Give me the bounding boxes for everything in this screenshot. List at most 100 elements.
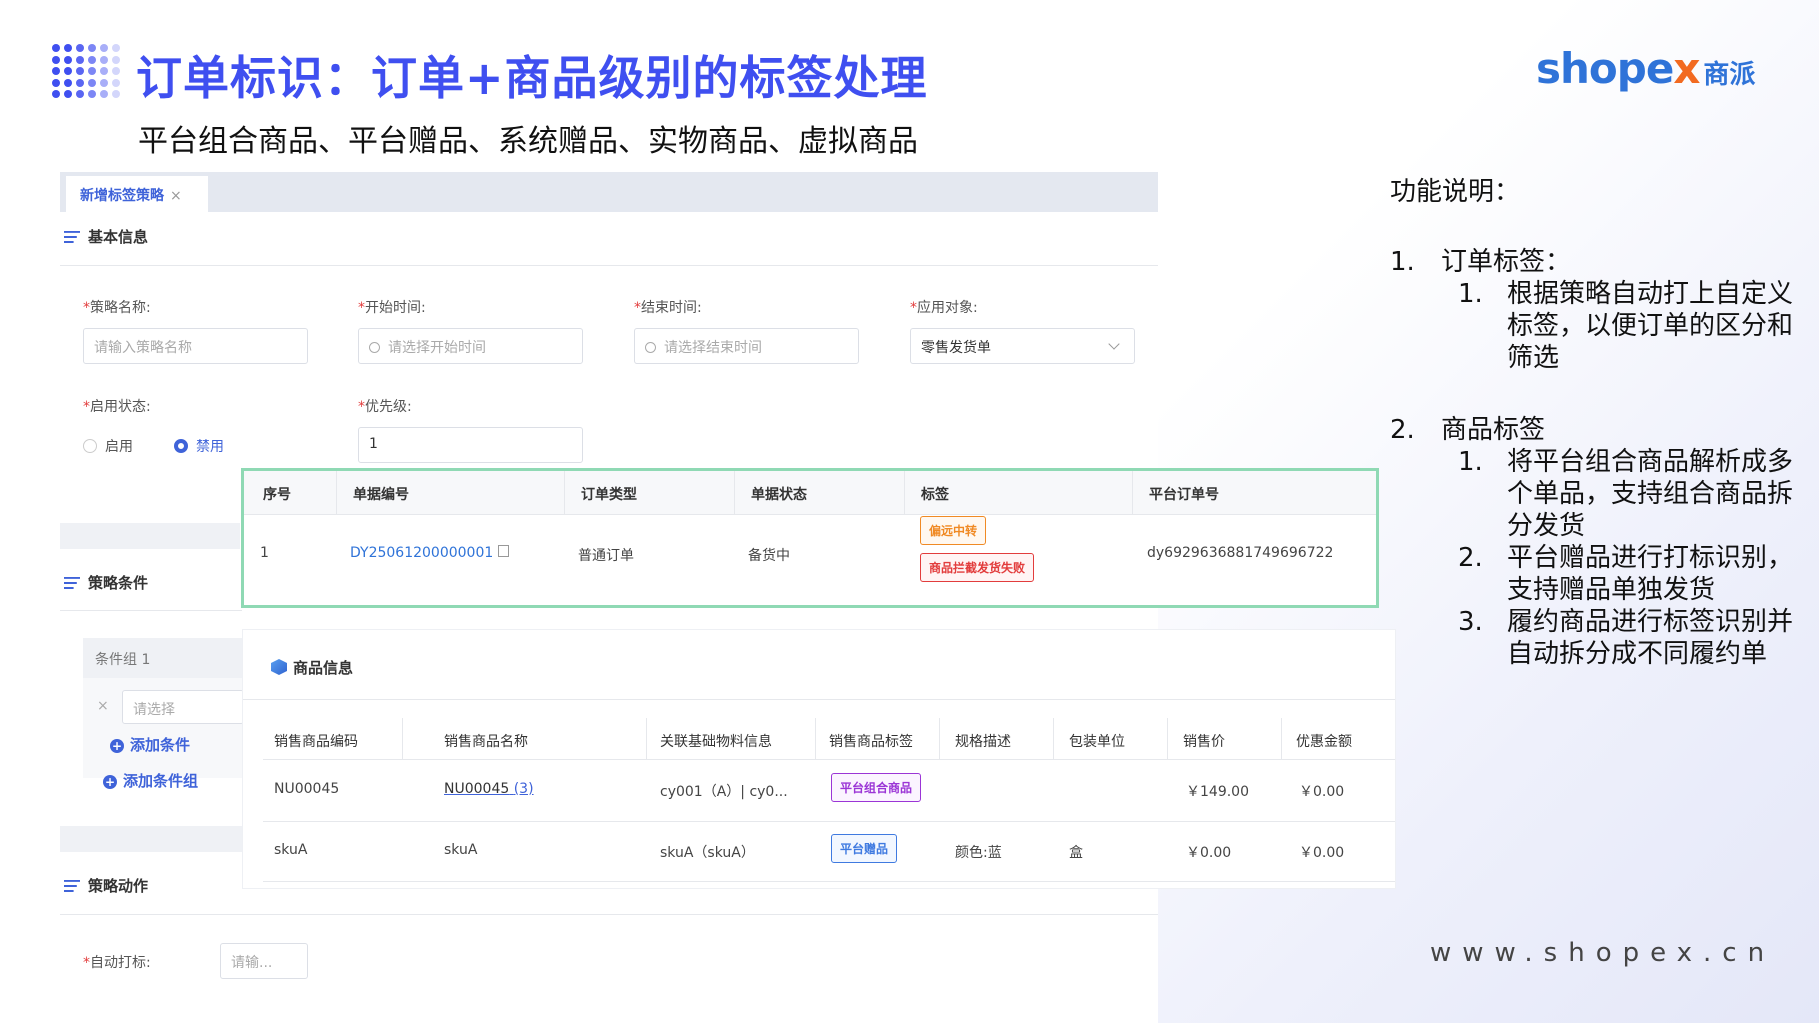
start-time-placeholder: 请选择开始时间 bbox=[388, 340, 486, 356]
dot bbox=[52, 67, 60, 75]
section-heading: 基本信息 bbox=[88, 228, 149, 246]
dot bbox=[64, 67, 72, 75]
strategy-name-input[interactable]: 请输入策略名称 bbox=[83, 328, 308, 364]
auto-tag-input[interactable]: 请输... bbox=[220, 943, 308, 979]
decorative-dots-icon bbox=[52, 44, 124, 102]
divider bbox=[60, 265, 1158, 266]
target-object-select[interactable]: 零售发货单 bbox=[910, 328, 1135, 364]
dot bbox=[112, 90, 120, 98]
section-heading: 策略条件 bbox=[88, 574, 149, 592]
row-index: 1 bbox=[260, 545, 269, 561]
product-count: (3) bbox=[513, 781, 534, 797]
col-header-code: 销售商品编码 bbox=[274, 734, 358, 750]
plus-icon: + bbox=[110, 739, 124, 753]
product-info-panel: 商品信息 销售商品编码 销售商品名称 关联基础物料信息 销售商品标签 规格描述 … bbox=[243, 630, 1395, 888]
col-divider bbox=[1053, 718, 1054, 760]
dot bbox=[52, 44, 60, 52]
condition-select[interactable]: 请选择 bbox=[122, 690, 244, 724]
dot bbox=[76, 55, 84, 64]
dot bbox=[76, 90, 84, 98]
doc-no-link[interactable]: DY25061200000001 bbox=[350, 545, 510, 561]
tab-label: 新增标签策略 bbox=[80, 188, 164, 204]
dot bbox=[100, 78, 108, 87]
status-radio-disable[interactable]: 禁用 bbox=[174, 436, 224, 456]
end-time-input[interactable]: 请选择结束时间 bbox=[634, 328, 859, 364]
col-divider bbox=[1167, 718, 1168, 760]
add-condition-group-button[interactable]: + 添加条件组 bbox=[103, 770, 198, 791]
section-heading: 策略动作 bbox=[88, 877, 149, 895]
order-status: 备货中 bbox=[748, 548, 790, 564]
notes-title: 功能说明： bbox=[1390, 177, 1521, 207]
condition-group-label: 条件组 1 bbox=[95, 652, 151, 668]
row-discount: ￥0.00 bbox=[1299, 845, 1345, 861]
target-object-value: 零售发货单 bbox=[921, 340, 991, 356]
radio-label: 禁用 bbox=[196, 439, 224, 455]
doc-no-text: DY25061200000001 bbox=[350, 545, 494, 561]
radio-checked-icon bbox=[174, 439, 188, 453]
start-time-label: *开始时间: bbox=[358, 300, 426, 316]
status-label: *启用状态: bbox=[83, 399, 151, 415]
end-time-label: *结束时间: bbox=[634, 300, 702, 316]
dot bbox=[64, 90, 72, 98]
logo-wordmark: shopex bbox=[1536, 44, 1700, 93]
dot bbox=[112, 78, 120, 87]
dot bbox=[112, 55, 120, 64]
add-condition-button[interactable]: + 添加条件 bbox=[110, 734, 190, 755]
section-basic-info: 基本信息 bbox=[64, 226, 148, 247]
dot bbox=[52, 90, 60, 98]
col-header-tags: 标签 bbox=[921, 487, 949, 503]
close-icon[interactable]: × bbox=[170, 188, 182, 204]
status-radio-enable[interactable]: 启用 bbox=[83, 436, 133, 456]
start-time-input[interactable]: 请选择开始时间 bbox=[358, 328, 583, 364]
col-divider bbox=[904, 471, 905, 515]
list-number: 2. bbox=[1458, 543, 1483, 573]
divider bbox=[60, 914, 1158, 915]
auto-tag-label: *自动打标: bbox=[83, 955, 151, 971]
tag-intercept-failed: 商品拦截发货失败 bbox=[920, 553, 1035, 582]
row-name: skuA bbox=[444, 842, 478, 858]
row-spec: 颜色:蓝 bbox=[955, 845, 1002, 861]
heading-text: 商品信息 bbox=[293, 659, 354, 677]
list-item-text: 根据策略自动打上自定义标签，以便订单的区分和筛选 bbox=[1507, 279, 1794, 373]
order-type: 普通订单 bbox=[578, 548, 634, 564]
end-time-placeholder: 请选择结束时间 bbox=[664, 340, 762, 356]
add-condition-label: 添加条件 bbox=[130, 736, 191, 754]
col-header-price: 销售价 bbox=[1183, 734, 1225, 750]
copy-icon[interactable] bbox=[498, 545, 510, 557]
remove-condition-icon[interactable]: × bbox=[97, 698, 109, 714]
order-table: 序号 单据编号 订单类型 单据状态 标签 平台订单号 1 DY250612000… bbox=[241, 468, 1379, 608]
radio-icon bbox=[83, 439, 97, 453]
dot bbox=[112, 67, 120, 75]
filter-icon bbox=[64, 577, 80, 589]
dot bbox=[64, 55, 72, 64]
row-material: cy001（A）| cy0... bbox=[660, 784, 788, 800]
plus-icon: + bbox=[103, 775, 117, 789]
row-code: NU00045 bbox=[274, 781, 340, 797]
col-header-doc-no: 单据编号 bbox=[353, 487, 409, 503]
filter-icon bbox=[64, 880, 80, 892]
slide-title: 订单标识：订单+商品级别的标签处理 bbox=[136, 51, 928, 105]
dot bbox=[88, 78, 96, 87]
col-header-unit: 包装单位 bbox=[1069, 734, 1125, 750]
logo-x-text: x bbox=[1673, 44, 1700, 93]
list-item-text: 平台赠品进行打标识别，支持赠品单独发货 bbox=[1507, 543, 1794, 605]
priority-label: *优先级: bbox=[358, 399, 412, 415]
dot bbox=[112, 44, 120, 52]
tab-new-tag-strategy[interactable]: 新增标签策略 × bbox=[66, 176, 208, 212]
logo-main-text: shope bbox=[1536, 44, 1674, 93]
list-number: 1. bbox=[1458, 279, 1483, 309]
col-header-material: 关联基础物料信息 bbox=[660, 734, 772, 750]
col-header-tag: 销售商品标签 bbox=[829, 734, 913, 750]
col-divider bbox=[336, 471, 337, 515]
filter-icon bbox=[64, 231, 80, 243]
row-unit: 盒 bbox=[1069, 845, 1083, 861]
target-object-label: *应用对象: bbox=[910, 300, 978, 316]
radio-label: 启用 bbox=[105, 439, 133, 455]
dot bbox=[88, 67, 96, 75]
priority-input[interactable]: 1 bbox=[358, 427, 583, 463]
list-number: 2. bbox=[1390, 415, 1415, 445]
product-name-link[interactable]: NU00045 (3) bbox=[444, 781, 534, 797]
dot bbox=[100, 44, 108, 52]
divider bbox=[60, 610, 242, 611]
dot bbox=[88, 90, 96, 98]
